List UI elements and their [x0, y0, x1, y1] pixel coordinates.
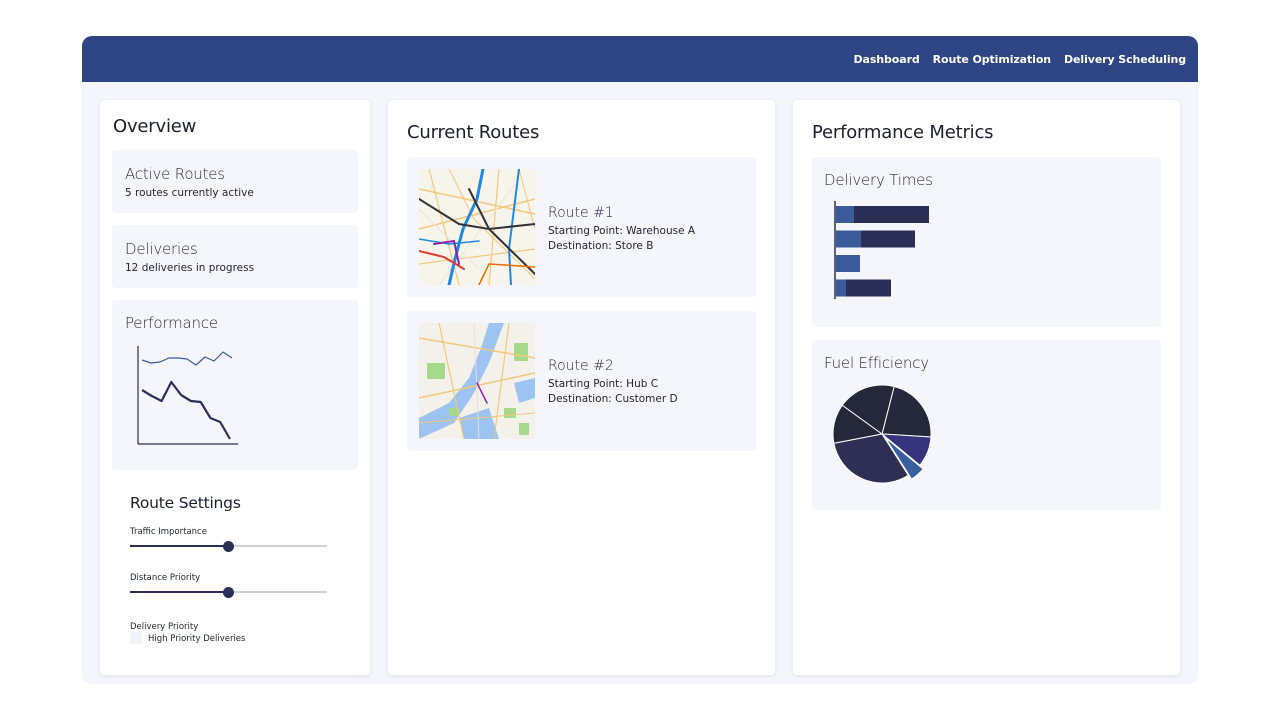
delivery-times-title: Delivery Times — [824, 171, 933, 189]
fuel-efficiency-title: Fuel Efficiency — [824, 354, 929, 372]
performance-title: Performance — [125, 314, 218, 332]
high-priority-label[interactable]: High Priority Deliveries — [148, 634, 245, 644]
current-routes-card: Current Routes Route #1 Starting Point: … — [388, 100, 775, 675]
performance-metrics-card: Performance Metrics Delivery Times Fuel … — [793, 100, 1180, 675]
overview-card: Overview Active Routes 5 routes currentl… — [100, 100, 370, 675]
delivery-times-bar-chart — [834, 201, 929, 299]
route-2-map — [419, 323, 535, 439]
route-1-map — [419, 169, 535, 285]
delivery-priority-label: Delivery Priority — [130, 622, 199, 632]
traffic-slider-thumb[interactable] — [223, 540, 234, 552]
overview-title: Overview — [113, 116, 197, 137]
bar-1-segment-2 — [854, 206, 929, 223]
top-nav-bar: Dashboard Route Optimization Delivery Sc… — [82, 36, 1198, 82]
distance-slider-thumb[interactable] — [223, 586, 234, 598]
delivery-times-panel: Delivery Times — [812, 157, 1161, 327]
route-2-destination: Destination: Customer D — [548, 393, 678, 405]
performance-line-chart — [137, 346, 238, 445]
bar-4-segment-1 — [836, 279, 846, 297]
route-1-destination: Destination: Store B — [548, 240, 654, 252]
app-window: Dashboard Route Optimization Delivery Sc… — [82, 36, 1198, 684]
route-2-start: Starting Point: Hub C — [548, 378, 659, 390]
distance-priority-slider[interactable] — [130, 586, 327, 598]
nav-route-optimization[interactable]: Route Optimization — [933, 53, 1051, 66]
performance-metrics-title: Performance Metrics — [812, 122, 994, 143]
performance-series-2 — [141, 380, 231, 440]
deliveries-subtitle: 12 deliveries in progress — [125, 262, 255, 274]
route-1-title: Route #1 — [548, 205, 614, 221]
active-routes-subtitle: 5 routes currently active — [125, 187, 254, 199]
bar-3-segment-1 — [836, 255, 860, 272]
deliveries-panel[interactable]: Deliveries 12 deliveries in progress — [112, 225, 358, 288]
bar-4-segment-2 — [846, 279, 891, 297]
bar-2-segment-1 — [836, 230, 861, 248]
traffic-importance-label: Traffic Importance — [130, 527, 207, 537]
nav-delivery-scheduling[interactable]: Delivery Scheduling — [1064, 53, 1186, 66]
deliveries-title: Deliveries — [125, 240, 198, 258]
high-priority-checkbox[interactable] — [130, 632, 142, 644]
distance-priority-label: Distance Priority — [130, 573, 201, 583]
bar-1-segment-1 — [836, 206, 854, 223]
route-2-title: Route #2 — [548, 358, 614, 374]
nav-dashboard[interactable]: Dashboard — [853, 53, 919, 66]
performance-series-1 — [141, 351, 233, 366]
active-routes-title: Active Routes — [125, 165, 225, 183]
traffic-slider-fill — [130, 545, 229, 547]
fuel-efficiency-pie-chart — [832, 384, 932, 484]
route-card-2[interactable]: Route #2 Starting Point: Hub C Destinati… — [407, 311, 756, 451]
traffic-importance-slider[interactable] — [130, 540, 327, 552]
fuel-efficiency-panel: Fuel Efficiency — [812, 340, 1161, 510]
current-routes-title: Current Routes — [407, 122, 540, 143]
route-settings-title: Route Settings — [130, 494, 241, 512]
performance-panel: Performance — [112, 300, 358, 470]
distance-slider-fill — [130, 591, 229, 593]
bar-2-segment-2 — [861, 230, 915, 248]
active-routes-panel[interactable]: Active Routes 5 routes currently active — [112, 150, 358, 213]
route-1-start: Starting Point: Warehouse A — [548, 225, 696, 237]
route-card-1[interactable]: Route #1 Starting Point: Warehouse A Des… — [407, 157, 756, 297]
